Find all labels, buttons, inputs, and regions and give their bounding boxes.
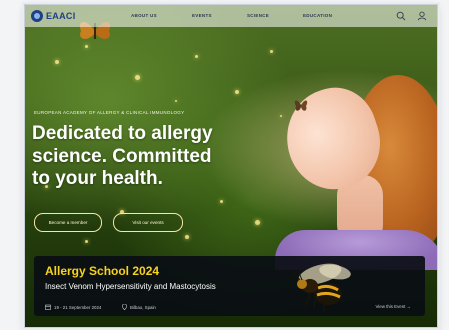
view-event-link[interactable]: View this Event → [375,304,411,309]
bokeh-dot [175,100,177,102]
browser-page: EAACI ABOUT US EVENTS SCIENCE EDUCATION … [24,4,438,328]
bokeh-dot [280,115,282,117]
calendar-icon [45,304,51,310]
hero-headline: Dedicated to allergy science. Committed … [32,123,272,191]
site-logo[interactable]: EAACI [31,10,76,22]
headline-line: to your health. [32,168,163,189]
event-subtitle: Insect Venom Hypersensitivity and Mastoc… [45,282,216,291]
bee-icon [293,263,351,312]
become-member-button[interactable]: Become a member [34,213,102,232]
logo-icon [31,10,43,22]
bokeh-dot [195,55,198,58]
event-date-text: 19 - 21 September 2024 [54,304,102,310]
event-location: Bilbao, Spain [122,304,156,310]
location-pin-icon [122,304,127,310]
nav-item-science[interactable]: SCIENCE [247,13,269,18]
event-banner[interactable]: Allergy School 2024 Insect Venom Hyperse… [34,256,425,316]
event-date: 19 - 21 September 2024 [45,304,101,310]
bokeh-dot [135,75,140,80]
event-title: Allergy School 2024 [45,264,160,278]
butterfly-icon [294,100,308,111]
hero-kicker: EUROPEAN ACADEMY OF ALLERGY & CLINICAL I… [34,110,185,115]
bokeh-dot [185,235,189,239]
visit-events-button[interactable]: Visit our events [113,213,183,232]
bokeh-dot [235,90,239,94]
bokeh-dot [55,60,59,64]
bokeh-dot [220,200,223,203]
headline-line: science. Committed [32,145,212,167]
logo-text: EAACI [46,11,76,21]
top-navigation: EAACI ABOUT US EVENTS SCIENCE EDUCATION [25,5,437,27]
hero-banner: EAACI ABOUT US EVENTS SCIENCE EDUCATION … [25,5,437,327]
user-icon[interactable] [417,11,427,21]
bokeh-dot [270,50,273,53]
nav-item-education[interactable]: EDUCATION [303,13,332,18]
nav-item-about-us[interactable]: ABOUT US [131,13,157,18]
headline-line: Dedicated to allergy [32,123,213,144]
bokeh-dot [255,220,260,225]
nav-item-events[interactable]: EVENTS [192,13,212,18]
event-location-text: Bilbao, Spain [130,304,156,310]
search-icon[interactable] [396,11,406,21]
bokeh-dot [85,240,88,243]
